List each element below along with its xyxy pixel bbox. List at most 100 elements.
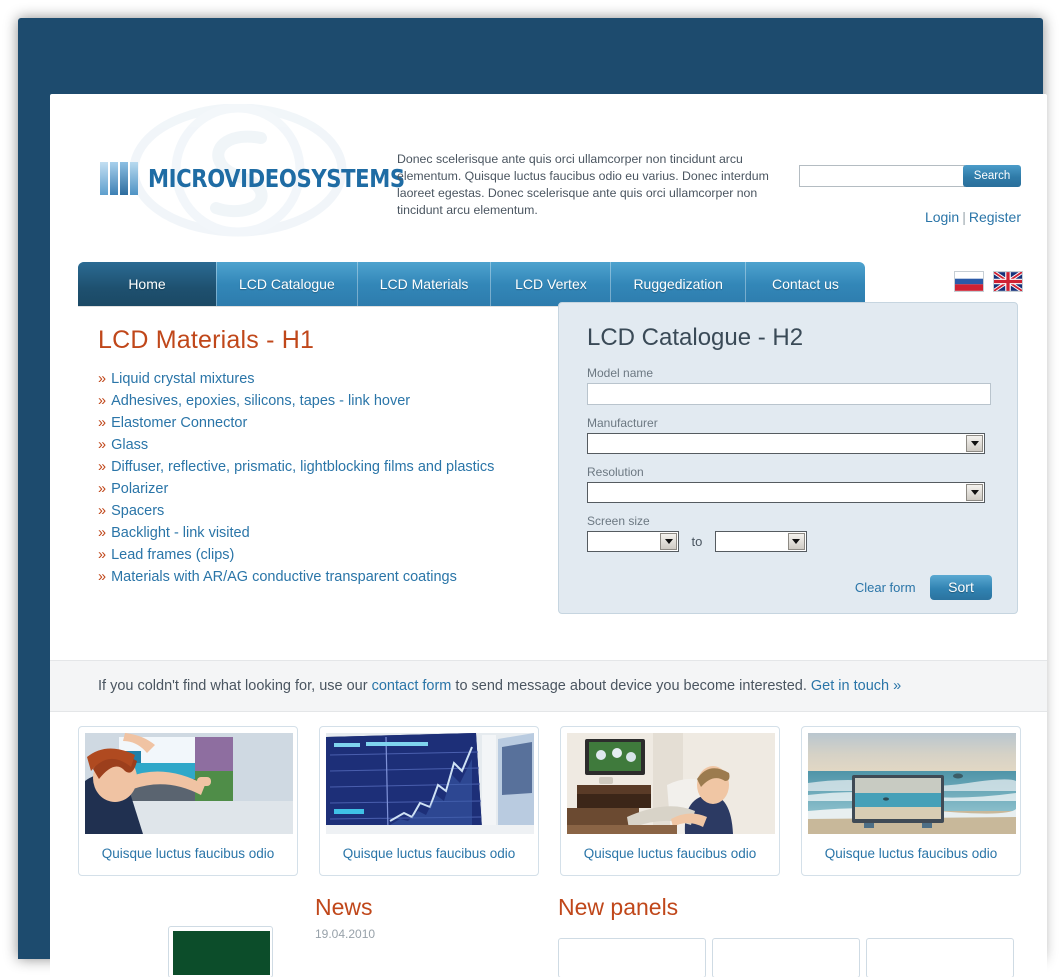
list-item-label: Spacers: [111, 503, 165, 519]
model-name-input[interactable]: [587, 383, 991, 405]
chevron-right-icon: »: [98, 525, 107, 541]
chevron-right-icon: »: [98, 481, 107, 497]
gallery-cards: Quisque luctus faucibus odio Quisque luc…: [50, 726, 1047, 876]
list-item-label: Elastomer Connector: [111, 415, 248, 431]
gallery-card-caption[interactable]: Quisque luctus faucibus odio: [85, 834, 291, 875]
chevron-right-icon: »: [98, 393, 107, 409]
contact-text-middle: to send message about device you become …: [451, 678, 811, 694]
news-heading: News: [315, 894, 373, 920]
nav-item-lcd-materials[interactable]: LCD Materials: [356, 262, 491, 306]
catalogue-panel: LCD Catalogue - H2 Model name Manufactur…: [558, 302, 1018, 614]
chevron-right-icon: »: [98, 459, 107, 475]
list-item[interactable]: » Elastomer Connector: [98, 412, 568, 434]
chevron-down-icon: [966, 435, 983, 452]
screen-size-range: to: [587, 531, 992, 552]
new-panels-heading: New panels: [558, 894, 679, 920]
uk-flag-icon[interactable]: [993, 271, 1023, 292]
chevron-down-icon: [660, 533, 677, 550]
manufacturer-select[interactable]: [587, 433, 985, 454]
nav-item-home[interactable]: Home: [78, 262, 216, 306]
list-item-label: Adhesives, epoxies, silicons, tapes - li…: [111, 393, 411, 409]
list-item[interactable]: » Materials with AR/AG conductive transpa…: [98, 566, 568, 588]
list-item[interactable]: » Diffuser, reflective, prismatic, lightb…: [98, 456, 568, 478]
list-item[interactable]: » Adhesives, epoxies, silicons, tapes - l…: [98, 390, 568, 412]
list-item[interactable]: » Glass: [98, 434, 568, 456]
nav-item-lcd-vertex[interactable]: LCD Vertex: [490, 262, 610, 306]
new-panel-cell[interactable]: [712, 938, 860, 977]
screen-size-label: Screen size: [587, 514, 650, 528]
list-item[interactable]: » Backlight - link visited: [98, 522, 568, 544]
nav-item-lcd-catalogue[interactable]: LCD Catalogue: [216, 262, 357, 306]
catalogue-panel-actions: Clear form Sort: [587, 575, 992, 600]
list-item-label: Liquid crystal mixtures: [111, 371, 255, 387]
news-thumbnail[interactable]: [168, 926, 273, 977]
list-item[interactable]: » Polarizer: [98, 478, 568, 500]
search-button[interactable]: Search: [963, 165, 1021, 187]
resolution-select[interactable]: [587, 482, 985, 503]
gallery-card-caption[interactable]: Quisque luctus faucibus odio: [567, 834, 773, 875]
chevron-right-icon: »: [98, 547, 107, 563]
model-name-label: Model name: [587, 366, 654, 380]
nav-item-contact-us[interactable]: Contact us: [744, 262, 865, 306]
contact-strip: If you coldn't find what looking for, us…: [50, 660, 1047, 712]
chevron-down-icon: [787, 533, 805, 550]
contact-strip-text: If you coldn't find what looking for, us…: [50, 678, 901, 694]
man-on-sofa-watching-tv-photo: [567, 733, 775, 834]
gallery-card[interactable]: Quisque luctus faucibus odio: [560, 726, 780, 876]
sort-button[interactable]: Sort: [930, 575, 992, 600]
screen-size-to-select[interactable]: [714, 531, 807, 552]
gallery-card[interactable]: Quisque luctus faucibus odio: [801, 726, 1021, 876]
news-date: 19.04.2010: [315, 927, 376, 941]
browser-window-frame: MICROVIDEOSYSTEMS Donec scelerisque ante…: [18, 18, 1047, 977]
gallery-card[interactable]: Quisque luctus faucibus odio: [78, 726, 298, 876]
login-link[interactable]: Login: [925, 209, 959, 225]
auth-separator: |: [962, 209, 966, 225]
russian-flag-icon[interactable]: [954, 271, 984, 292]
site-logo[interactable]: MICROVIDEOSYSTEMS: [100, 162, 421, 195]
search-input[interactable]: [799, 165, 965, 187]
main-navigation: Home LCD Catalogue LCD Materials LCD Ver…: [78, 262, 865, 306]
auth-links: Login | Register: [925, 209, 1021, 225]
contact-form-link[interactable]: contact form: [372, 678, 452, 694]
list-item-label: Materials with AR/AG conductive transpar…: [111, 569, 457, 585]
catalogue-panel-title: LCD Catalogue - H2: [587, 324, 804, 351]
nav-item-ruggedization[interactable]: Ruggedization: [610, 262, 745, 306]
chevron-right-icon: »: [98, 569, 107, 585]
logo-bars-icon: [100, 162, 140, 195]
materials-list: » Liquid crystal mixtures » Adhesives, epo…: [98, 368, 568, 588]
list-item[interactable]: » Lead frames (clips): [98, 544, 568, 566]
main-content: LCD Materials - H1 » Liquid crystal mixtu…: [50, 302, 1047, 712]
news-thumbnail-image: [173, 931, 270, 975]
gallery-card[interactable]: Quisque luctus faucibus odio: [319, 726, 539, 876]
chevron-right-icon: »: [98, 503, 107, 519]
manufacturer-label: Manufacturer: [587, 416, 658, 430]
chevron-right-icon: »: [98, 437, 107, 453]
register-link[interactable]: Register: [969, 209, 1021, 225]
blue-chart-monitors-photo: [326, 733, 534, 834]
new-panels-section: New panels: [558, 894, 678, 927]
gallery-card-caption[interactable]: Quisque luctus faucibus odio: [808, 834, 1014, 875]
list-item-label: Polarizer: [111, 481, 169, 497]
woman-touching-video-wall-photo: [85, 733, 293, 834]
chevron-down-icon: [966, 484, 983, 501]
screen-size-to-label: to: [691, 534, 703, 549]
list-item-label: Glass: [111, 437, 149, 453]
news-section: News 19.04.2010: [315, 894, 375, 941]
list-item[interactable]: » Spacers: [98, 500, 568, 522]
list-item[interactable]: » Liquid crystal mixtures: [98, 368, 568, 390]
tv-on-beach-photo: [808, 733, 1016, 834]
get-in-touch-link[interactable]: Get in touch »: [811, 678, 901, 694]
site-header: MICROVIDEOSYSTEMS Donec scelerisque ante…: [50, 94, 1047, 262]
site-canvas: MICROVIDEOSYSTEMS Donec scelerisque ante…: [50, 94, 1047, 977]
screen-size-from-select[interactable]: [587, 531, 679, 552]
language-switcher: [954, 271, 1023, 292]
chevron-right-icon: »: [98, 415, 107, 431]
clear-form-link[interactable]: Clear form: [855, 580, 916, 595]
new-panel-cell[interactable]: [866, 938, 1014, 977]
list-item-label: Lead frames (clips): [111, 547, 235, 563]
search-form: Search: [799, 165, 1021, 187]
new-panels-grid: [558, 938, 1014, 977]
materials-column: LCD Materials - H1 » Liquid crystal mixtu…: [98, 326, 568, 588]
gallery-card-caption[interactable]: Quisque luctus faucibus odio: [326, 834, 532, 875]
new-panel-cell[interactable]: [558, 938, 706, 977]
